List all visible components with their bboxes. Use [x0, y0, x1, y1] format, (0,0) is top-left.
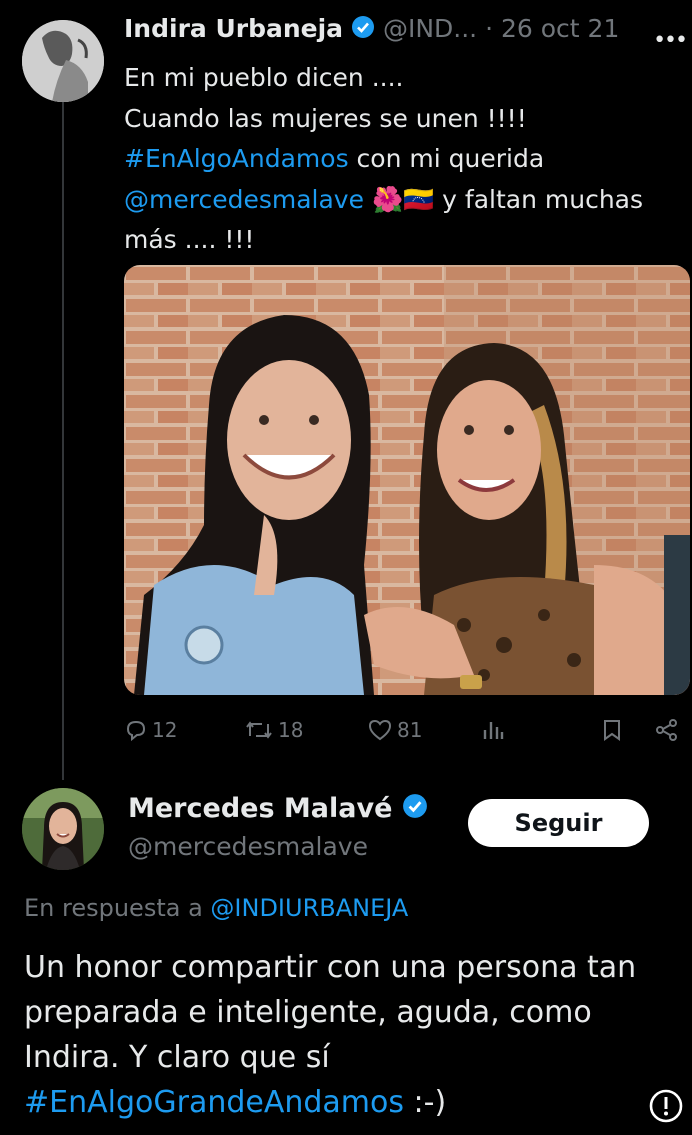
author-avatar[interactable] — [22, 20, 104, 102]
tweet-line-text: con mi querida — [348, 144, 545, 173]
tweet-line: más .... !!! — [124, 225, 255, 254]
tweet-line: #EnAlgoAndamos con mi querida — [124, 139, 689, 180]
bookmark-action[interactable] — [600, 718, 624, 742]
mention-link[interactable]: @mercedesmalave — [124, 185, 364, 214]
reply-text: Un honor compartir con una persona tan p… — [24, 945, 664, 1125]
retweet-count: 18 — [278, 718, 304, 742]
like-count: 81 — [397, 718, 423, 742]
emoji-flags: 🌺🇻🇪 — [371, 184, 435, 214]
tweet-line: Cuando las mujeres se unen !!!! — [124, 103, 527, 133]
verified-icon — [351, 15, 375, 45]
tweet-line: @mercedesmalave 🌺🇻🇪 y faltan muchas — [124, 180, 689, 221]
info-icon[interactable] — [648, 1088, 684, 1124]
thread-connector-line — [62, 98, 64, 780]
reply-author-header: Mercedes Malavé — [128, 793, 428, 826]
verified-icon — [402, 793, 428, 826]
in-reply-prefix: En respuesta a — [24, 894, 211, 922]
like-action[interactable]: 81 — [367, 718, 422, 742]
reply-action[interactable]: 12 — [124, 718, 177, 742]
in-reply-to: En respuesta a @INDIURBANEJA — [24, 894, 408, 922]
views-action[interactable] — [480, 718, 506, 742]
reply-count: 12 — [152, 718, 178, 742]
bookmark-icon — [604, 720, 620, 741]
tweet-header: Indira Urbaneja @IND... · 26 oct 21 — [124, 14, 684, 48]
views-icon — [483, 722, 504, 739]
share-icon — [656, 719, 677, 741]
follow-button[interactable]: Seguir — [468, 799, 649, 847]
reply-author-handle[interactable]: @mercedesmalave — [128, 832, 368, 861]
tweet-line: En mi pueblo dicen .... — [124, 63, 404, 92]
reply-author-avatar[interactable] — [22, 788, 104, 870]
hashtag-link[interactable]: #EnAlgoAndamos — [124, 144, 349, 173]
hashtag-link[interactable]: #EnAlgoGrandeAndamos — [24, 1085, 404, 1120]
reply-icon — [126, 720, 146, 742]
tweet-photo[interactable] — [124, 265, 690, 695]
author-handle[interactable]: @IND... — [383, 14, 477, 43]
reply-author-name[interactable]: Mercedes Malavé — [128, 793, 392, 824]
tweet-line-text: y faltan muchas — [434, 184, 644, 214]
tweet-date[interactable]: · 26 oct 21 — [485, 14, 619, 43]
like-icon — [368, 719, 392, 741]
share-action[interactable] — [654, 718, 680, 742]
more-icon[interactable]: ••• — [653, 28, 688, 53]
reply-suffix: :-) — [404, 1085, 447, 1120]
reply-body: Un honor compartir con una persona tan p… — [24, 950, 637, 1075]
retweet-action[interactable]: 18 — [244, 718, 303, 742]
retweet-icon — [246, 721, 272, 739]
in-reply-handle-link[interactable]: @INDIURBANEJA — [210, 894, 408, 922]
tweet-text: En mi pueblo dicen .... Cuando las mujer… — [124, 58, 689, 261]
author-name[interactable]: Indira Urbaneja — [124, 14, 343, 43]
tweet-actions: 12 18 81 — [124, 714, 690, 750]
